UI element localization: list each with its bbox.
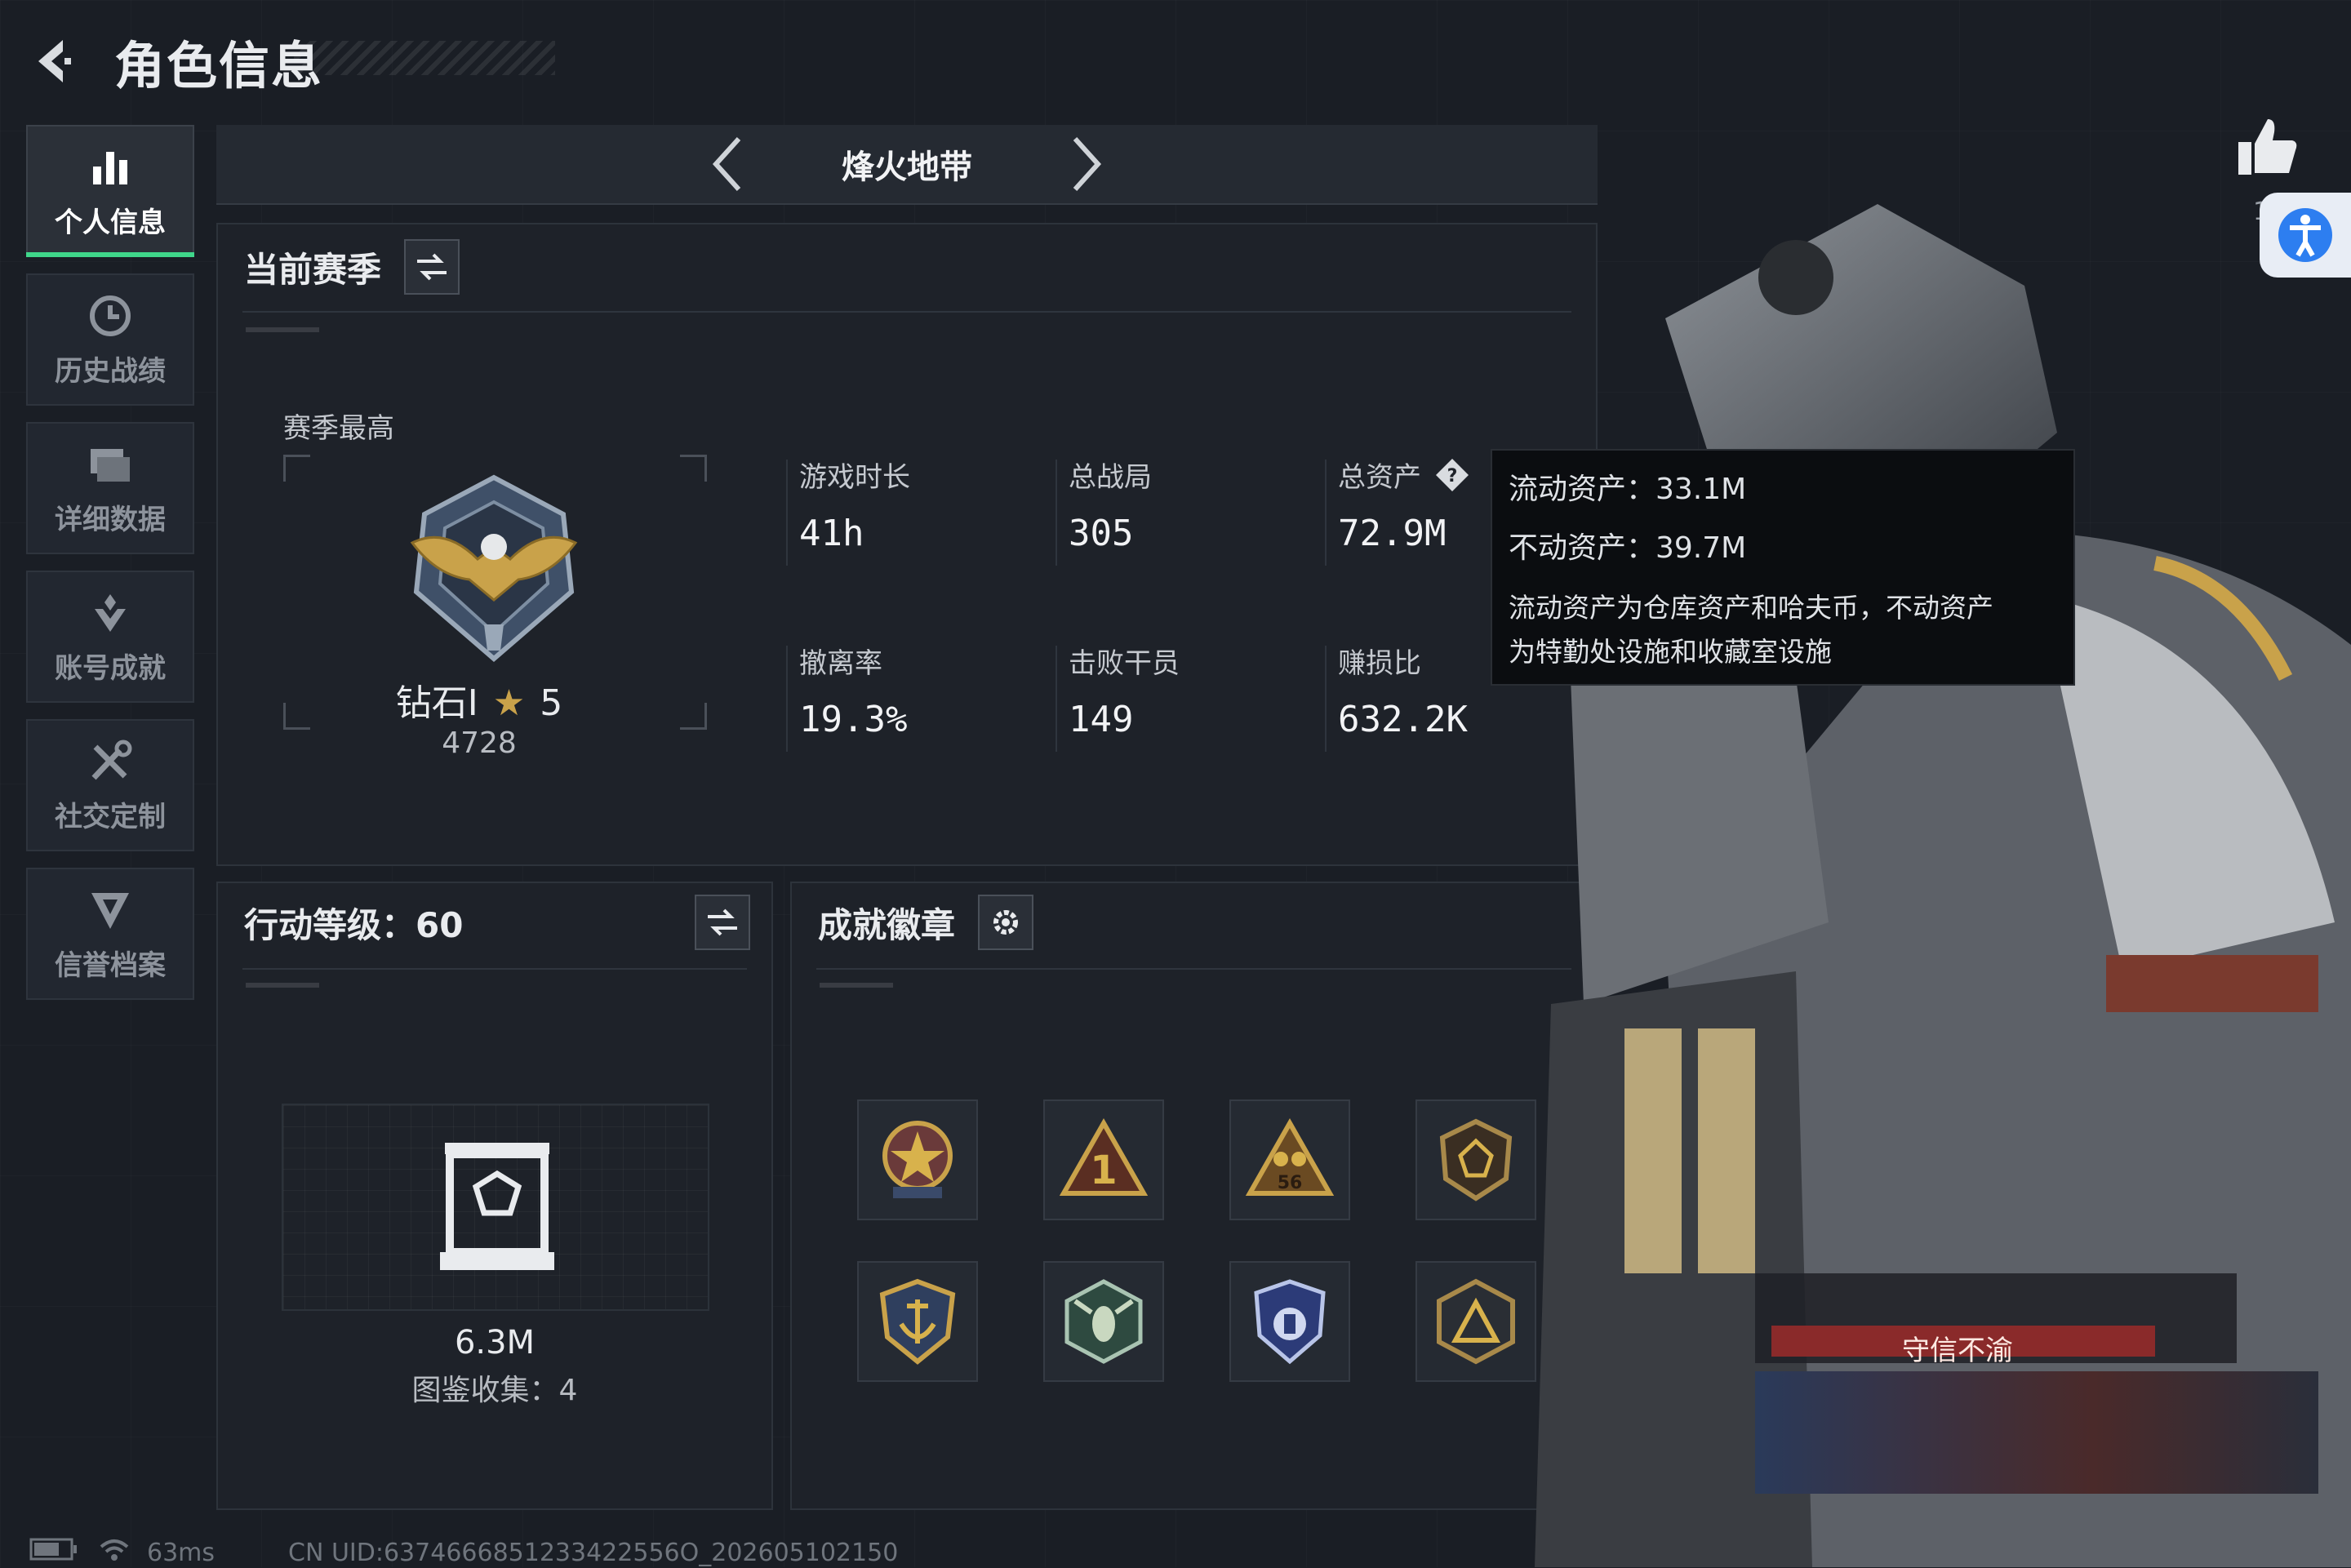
battery-icon — [29, 1538, 78, 1567]
collection-display-card[interactable] — [282, 1104, 709, 1311]
divider — [242, 311, 1571, 313]
header: 角色信息 — [24, 24, 323, 98]
tooltip-desc-line2: 为特勤处设施和收藏室设施 — [1509, 636, 1832, 668]
bar-chart-icon — [86, 143, 135, 192]
svg-text:?: ? — [1447, 466, 1458, 486]
triangle-shield-icon[interactable] — [1415, 1261, 1536, 1382]
sidebar-item-label: 社交定制 — [55, 800, 166, 833]
sidebar-item-label: 历史战绩 — [55, 354, 166, 388]
decor-text — [246, 983, 319, 988]
switch-level-button[interactable] — [695, 895, 750, 950]
stat-label: 撤离率 — [799, 647, 882, 680]
achievement-title: 成就徽章 — [818, 904, 956, 945]
stat-extraction-rate: 撤离率 19.3% — [786, 641, 1044, 752]
question-diamond-icon[interactable]: ? — [1434, 457, 1470, 493]
stat-value: 19.3% — [799, 699, 908, 740]
title-decoration — [294, 41, 555, 75]
ping-value: 63ms — [147, 1538, 216, 1567]
star-medal-icon[interactable] — [857, 1099, 978, 1220]
mode-next-button[interactable] — [1062, 131, 1111, 197]
liquid-assets: 流动资产：33.1M — [1509, 473, 1747, 506]
sidebar-item-label: 信誉档案 — [55, 948, 166, 982]
sidebar-item-credit[interactable]: 信誉档案 — [26, 868, 194, 1000]
back-arrow-icon[interactable] — [24, 33, 82, 90]
rank-stars: 5 — [540, 682, 563, 724]
switch-season-button[interactable] — [404, 239, 460, 295]
stat-total-matches: 总战局 305 — [1056, 455, 1313, 566]
assets-tooltip: 流动资产：33.1M 不动资产：39.7M 流动资产为仓库资产和哈夫币，不动资产… — [1491, 449, 2075, 686]
star-icon: ★ — [492, 682, 526, 724]
stat-label: 总战局 — [1069, 461, 1152, 494]
decor-text — [246, 327, 319, 332]
rank-one-triangle-icon[interactable]: 1 — [1043, 1099, 1164, 1220]
56-triangle-icon[interactable]: 56 — [1229, 1099, 1350, 1220]
sidebar-item-label: 详细数据 — [55, 503, 166, 536]
history-clock-icon — [86, 291, 135, 340]
stat-label: 游戏时长 — [799, 461, 910, 494]
action-level-title: 行动等级：60 — [244, 904, 464, 945]
shield-icon — [86, 886, 135, 935]
sidebar-item-label: 账号成就 — [55, 651, 166, 685]
divider — [242, 968, 747, 970]
stat-operators-defeated: 击败干员 149 — [1056, 641, 1313, 752]
frame-corner — [680, 703, 707, 730]
stat-label: 击败干员 — [1069, 647, 1180, 680]
sidebar-item-history[interactable]: 历史战绩 — [26, 273, 194, 406]
season-panel: 当前赛季 赛季最高 钻石Ⅰ ★ 5 4728 游戏时长 41h 总战局 305 … — [216, 223, 1598, 866]
divider — [816, 968, 1571, 970]
mode-name: 烽火地带 — [842, 149, 972, 186]
sidebar-item-achievements[interactable]: 账号成就 — [26, 571, 194, 703]
display-case-icon — [440, 1138, 554, 1278]
blue-shield-icon[interactable] — [1229, 1261, 1350, 1382]
tooltip-desc-line1: 流动资产为仓库资产和哈夫币，不动资产 — [1509, 592, 1993, 624]
rank-score: 4728 — [442, 726, 517, 760]
collection-count: 图鉴收集：4 — [411, 1374, 578, 1407]
mode-prev-button[interactable] — [703, 131, 752, 197]
folder-icon — [86, 440, 135, 489]
frame-corner — [283, 455, 310, 482]
wifi-icon — [98, 1537, 131, 1568]
collection-value: 6.3M — [454, 1324, 536, 1361]
action-level-header: 行动等级：60 — [244, 895, 750, 950]
rank-line: 钻石Ⅰ ★ 5 — [316, 673, 642, 726]
season-panel-header: 当前赛季 — [244, 239, 460, 295]
tools-icon — [86, 737, 135, 786]
thumbs-up-icon[interactable] — [2235, 114, 2300, 180]
status-footer: 63ms CN UID:6374666851233422556O_2026051… — [29, 1538, 898, 1567]
sidebar-item-detailed-data[interactable]: 详细数据 — [26, 422, 194, 554]
action-level-panel: 行动等级：60 6.3M 图鉴收集：4 — [216, 882, 773, 1510]
achievement-panel: 成就徽章 1 56 — [790, 882, 1598, 1510]
rank-name: 钻石Ⅰ — [395, 682, 478, 724]
stat-play-time: 游戏时长 41h — [786, 455, 1044, 566]
stat-label: 总资产 — [1338, 461, 1421, 494]
season-best-label: 赛季最高 — [283, 412, 394, 445]
hexagon-shield-icon[interactable] — [1415, 1099, 1536, 1220]
hexagon-bee-icon[interactable] — [1043, 1261, 1164, 1382]
stat-value: 41h — [799, 513, 864, 554]
accessibility-button[interactable] — [2260, 193, 2351, 278]
sidebar-item-label: 个人信息 — [55, 206, 166, 239]
mode-selector: 烽火地带 — [216, 125, 1598, 205]
badge-settings-button[interactable] — [978, 895, 1034, 950]
sidebar-item-social[interactable]: 社交定制 — [26, 719, 194, 851]
frame-corner — [283, 703, 310, 730]
banner-art — [1755, 1371, 2318, 1494]
honor-title: 守信不渝 — [1902, 1335, 2013, 1367]
svg-text:56: 56 — [1278, 1173, 1303, 1193]
diamond-rank-eagle-icon — [396, 469, 592, 665]
stat-value: 149 — [1069, 699, 1134, 740]
season-title: 当前赛季 — [244, 249, 382, 290]
page-title: 角色信息 — [114, 36, 324, 96]
achievement-header: 成就徽章 — [818, 895, 1034, 950]
sidebar: 个人信息 历史战绩 详细数据 账号成就 社交定制 信誉档案 — [26, 125, 196, 1016]
decor-text — [820, 983, 893, 988]
achievement-icon — [86, 589, 135, 637]
sidebar-item-personal-info[interactable]: 个人信息 — [26, 125, 194, 257]
fixed-assets: 不动资产：39.7M — [1509, 531, 1747, 565]
anchor-shield-icon[interactable] — [857, 1261, 978, 1382]
svg-text:1: 1 — [1090, 1148, 1117, 1193]
frame-corner — [680, 455, 707, 482]
uid-text: CN UID:6374666851233422556O_202605102150 — [288, 1538, 899, 1567]
stat-value: 305 — [1069, 513, 1134, 554]
